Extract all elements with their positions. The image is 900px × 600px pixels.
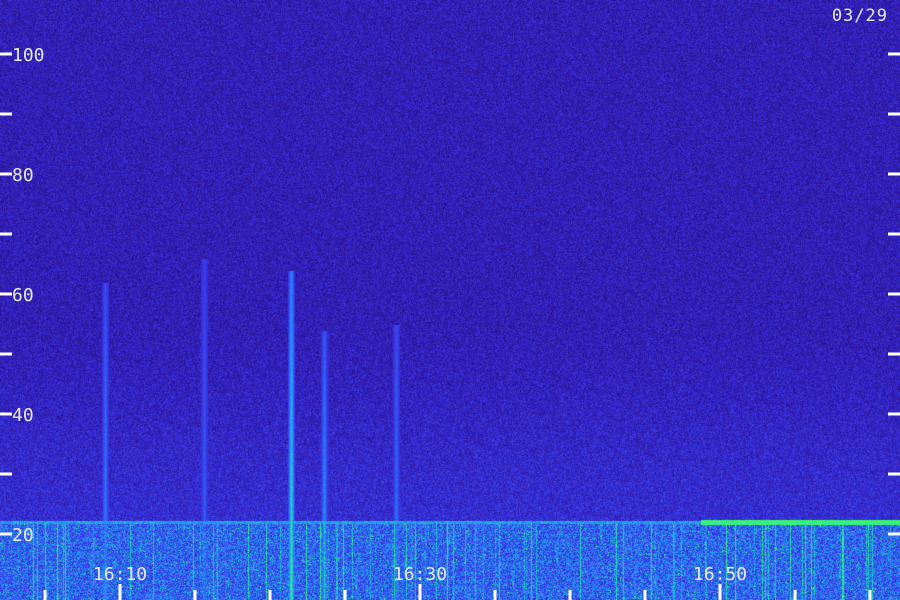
x-tick-label: 16:50 <box>693 564 747 585</box>
date-label: 03/29 <box>831 6 888 26</box>
y-tick-label: 60 <box>12 285 34 306</box>
y-tick-label: 100 <box>12 45 45 66</box>
x-tick-label: 16:30 <box>393 564 447 585</box>
axes-overlay: 20 40 60 80 100 16:10 16:30 16:50 <box>0 45 900 600</box>
y-tick-label: 80 <box>12 165 34 186</box>
y-axis: 20 40 60 80 100 <box>0 45 900 546</box>
y-tick-label: 20 <box>12 525 34 546</box>
y-tick-label: 40 <box>12 405 34 426</box>
x-axis: 16:10 16:30 16:50 <box>43 564 872 600</box>
x-tick-label: 16:10 <box>93 564 147 585</box>
